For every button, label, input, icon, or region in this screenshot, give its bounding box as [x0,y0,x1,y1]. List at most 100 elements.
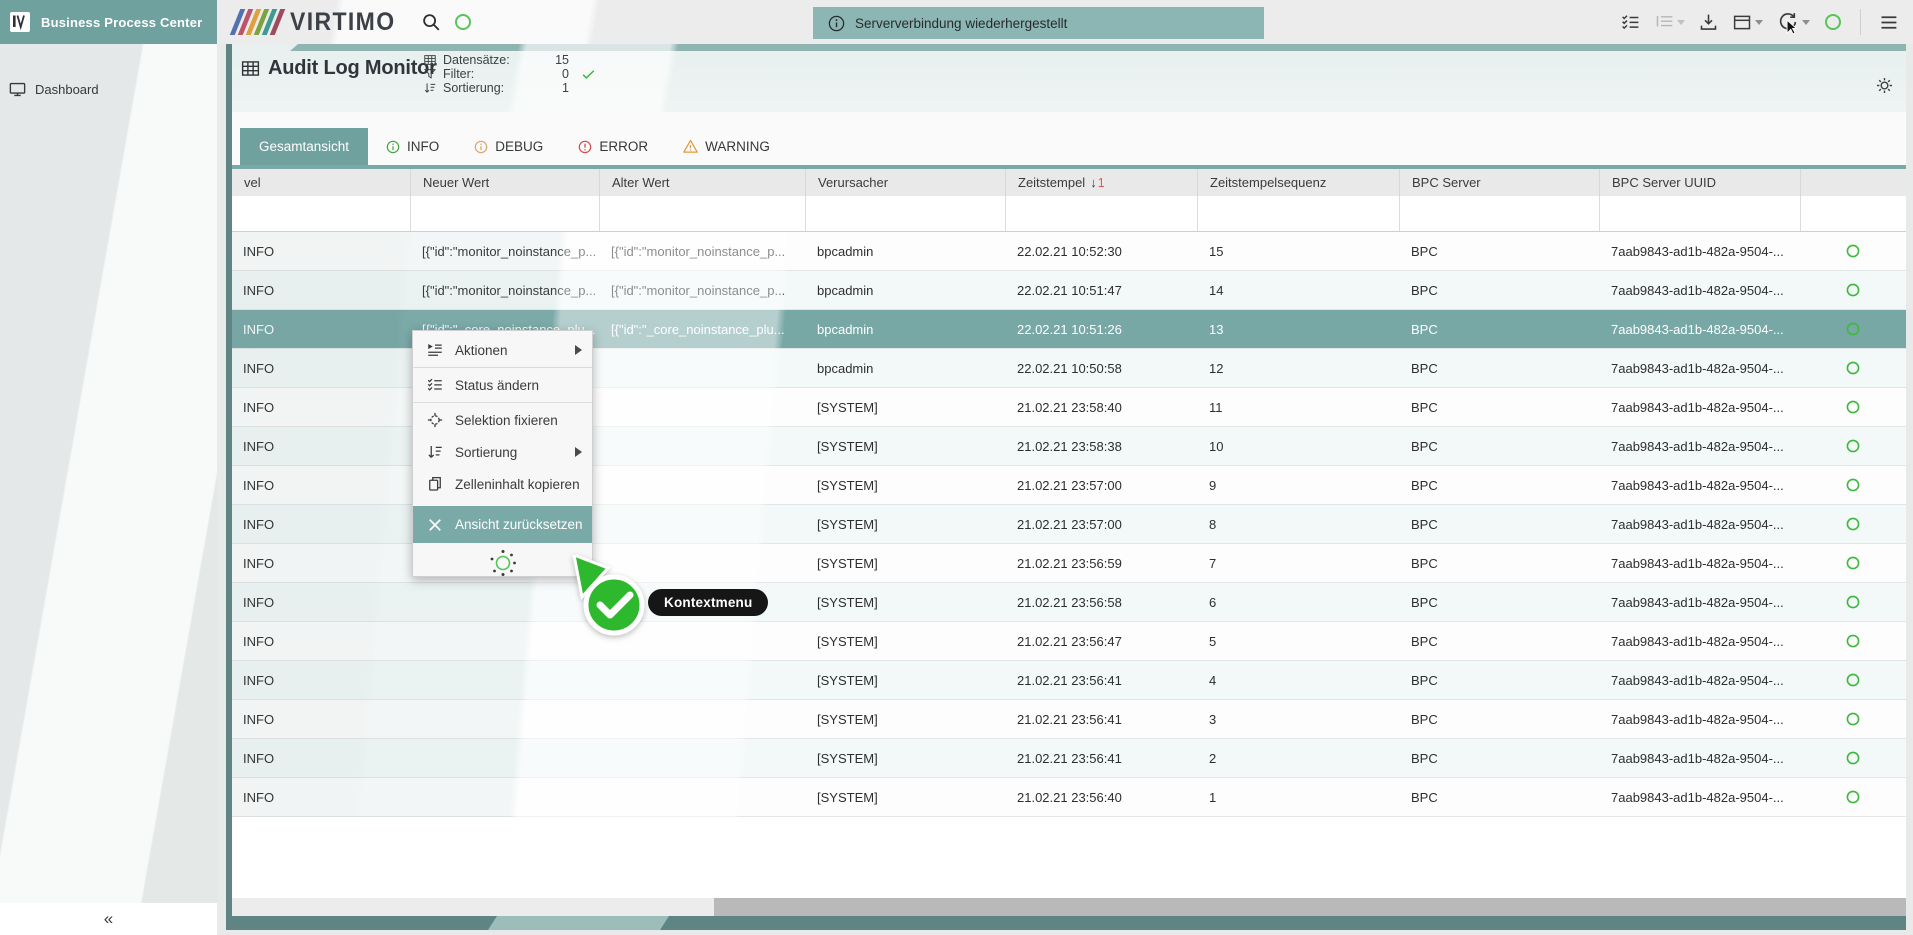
cell-status [1801,427,1906,465]
cell-level: INFO [232,661,411,699]
context-menu-item[interactable]: Aktionen [413,334,592,366]
cell-neuer-wert [411,661,600,699]
cell-zeitstempelsequenz: 10 [1198,427,1400,465]
cell-verursacher: [SYSTEM] [806,700,1006,738]
sidebar-item-dashboard[interactable]: Dashboard [0,74,217,104]
cell-bpc-server-uuid: 7aab9843-ad1b-482a-9504-... [1600,232,1801,270]
status-ok-icon [1845,789,1861,805]
filter-cell[interactable] [1400,196,1600,231]
cell-alter-wert: [{"id":"_core_noinstance_plu... [600,310,806,348]
table-row[interactable]: INFO [SYSTEM] 21.02.21 23:56:40 1 BPC 7a… [232,778,1906,817]
table-row[interactable]: INFO [SYSTEM] 21.02.21 23:56:41 3 BPC 7a… [232,700,1906,739]
cell-alter-wert: [{"id":"monitor_noinstance_p... [600,271,806,309]
tab-error[interactable]: ERROR [560,128,665,165]
submenu-caret-icon [575,345,582,355]
submenu-caret-icon [575,447,582,457]
cell-bpc-server: BPC [1400,232,1600,270]
filter-cell[interactable] [1600,196,1801,231]
server-notification-toast: Serververbindung wiederhergestellt [813,7,1264,39]
search-icon[interactable] [420,11,442,33]
status-ok-icon [1845,399,1861,415]
kontextmenu-tooltip: Kontextmenu [648,589,768,616]
status-ok-icon [1845,750,1861,766]
cell-bpc-server: BPC [1400,310,1600,348]
tab-debug[interactable]: DEBUG [456,128,560,165]
cell-neuer-wert [411,778,600,816]
window-icon[interactable] [1732,12,1763,33]
table-row[interactable]: INFO [SYSTEM] 21.02.21 23:56:41 4 BPC 7a… [232,661,1906,700]
context-menu-item[interactable]: Sortierung [413,436,592,468]
cell-alter-wert [600,388,806,426]
filter-cell[interactable] [232,196,411,231]
cell-zeitstempel: 21.02.21 23:56:40 [1006,778,1198,816]
cell-neuer-wert [411,700,600,738]
column-header-zeitstempel[interactable]: Zeitstempel ↓ 1 [1006,169,1198,196]
cell-bpc-server: BPC [1400,622,1600,660]
loading-ring-icon [453,12,473,32]
horizontal-scrollbar-thumb[interactable] [714,898,1906,916]
cell-level: INFO [232,700,411,738]
column-header-neuer-wert[interactable]: Neuer Wert [411,169,600,196]
table-row[interactable]: INFO [SYSTEM] 21.02.21 23:56:47 5 BPC 7a… [232,622,1906,661]
cell-bpc-server-uuid: 7aab9843-ad1b-482a-9504-... [1600,271,1801,309]
column-header-alter-wert[interactable]: Alter Wert [600,169,806,196]
filter-cell[interactable] [600,196,806,231]
column-header-bpc-server[interactable]: BPC Server [1400,169,1600,196]
context-menu-item[interactable]: Zelleninhalt kopieren [413,468,592,500]
cell-level: INFO [232,505,411,543]
indent-list-icon[interactable] [1654,12,1685,33]
download-icon[interactable] [1698,12,1719,33]
cell-verursacher: [SYSTEM] [806,622,1006,660]
cell-bpc-server-uuid: 7aab9843-ad1b-482a-9504-... [1600,583,1801,621]
brand-name: VIRTIMO [290,8,395,37]
menu-icon[interactable] [1878,12,1899,33]
cell-bpc-server: BPC [1400,700,1600,738]
filter-cell[interactable] [1801,196,1906,231]
filter-row [232,196,1906,232]
sidebar-decor [0,44,217,935]
column-header-level[interactable]: vel [232,169,411,196]
table-row[interactable]: INFO [SYSTEM] 21.02.21 23:56:58 6 BPC 7a… [232,583,1906,622]
context-menu-item[interactable]: Status ändern [413,369,592,401]
table-row[interactable]: INFO [SYSTEM] 21.02.21 23:56:41 2 BPC 7a… [232,739,1906,778]
column-header-verursacher[interactable]: Verursacher [806,169,1006,196]
tasks-icon[interactable] [1620,12,1641,33]
cell-level: INFO [232,622,411,660]
table-row[interactable]: INFO [{"id":"monitor_noinstance_p... [{"… [232,271,1906,310]
tab-info[interactable]: INFO [368,128,456,165]
cell-status [1801,544,1906,582]
cell-alter-wert [600,427,806,465]
cell-verursacher: [SYSTEM] [806,583,1006,621]
topbar-divider [1860,9,1861,35]
status-ok-icon [1845,243,1861,259]
cell-bpc-server: BPC [1400,778,1600,816]
refresh-icon[interactable] [1776,10,1810,34]
filter-cell[interactable] [411,196,600,231]
filter-cell[interactable] [1006,196,1198,231]
column-header-status[interactable] [1801,169,1906,196]
context-menu-item[interactable]: Selektion fixieren [413,404,592,436]
cell-level: INFO [232,427,411,465]
sidebar-collapse-button[interactable]: « [0,903,217,935]
tab-warning[interactable]: WARNING [665,128,787,165]
table-row[interactable]: INFO [{"id":"monitor_noinstance_p... [{"… [232,232,1906,271]
filter-cell[interactable] [1198,196,1400,231]
column-header-bpc-server-uuid[interactable]: BPC Server UUID [1600,169,1801,196]
cell-bpc-server-uuid: 7aab9843-ad1b-482a-9504-... [1600,622,1801,660]
tab-gesamtansicht[interactable]: Gesamtansicht [240,128,368,165]
settings-gear-icon[interactable] [1875,76,1894,95]
column-header-zeitstempelsequenz[interactable]: Zeitstempelsequenz [1198,169,1400,196]
cell-alter-wert [600,661,806,699]
horizontal-scrollbar [232,898,1906,916]
topbar: VIRTIMO Serververbindung wiederhergestel… [217,0,1913,44]
context-menu-item[interactable]: Ansicht zurücksetzen [413,506,592,543]
grid-icon [423,53,437,67]
monitor-icon [8,80,27,99]
cell-verursacher: bpcadmin [806,310,1006,348]
cell-zeitstempelsequenz: 9 [1198,466,1400,504]
filter-cell[interactable] [806,196,1006,231]
cell-alter-wert [600,778,806,816]
topbar-icon-cluster [1620,0,1899,44]
cell-verursacher: [SYSTEM] [806,505,1006,543]
cell-zeitstempelsequenz: 8 [1198,505,1400,543]
